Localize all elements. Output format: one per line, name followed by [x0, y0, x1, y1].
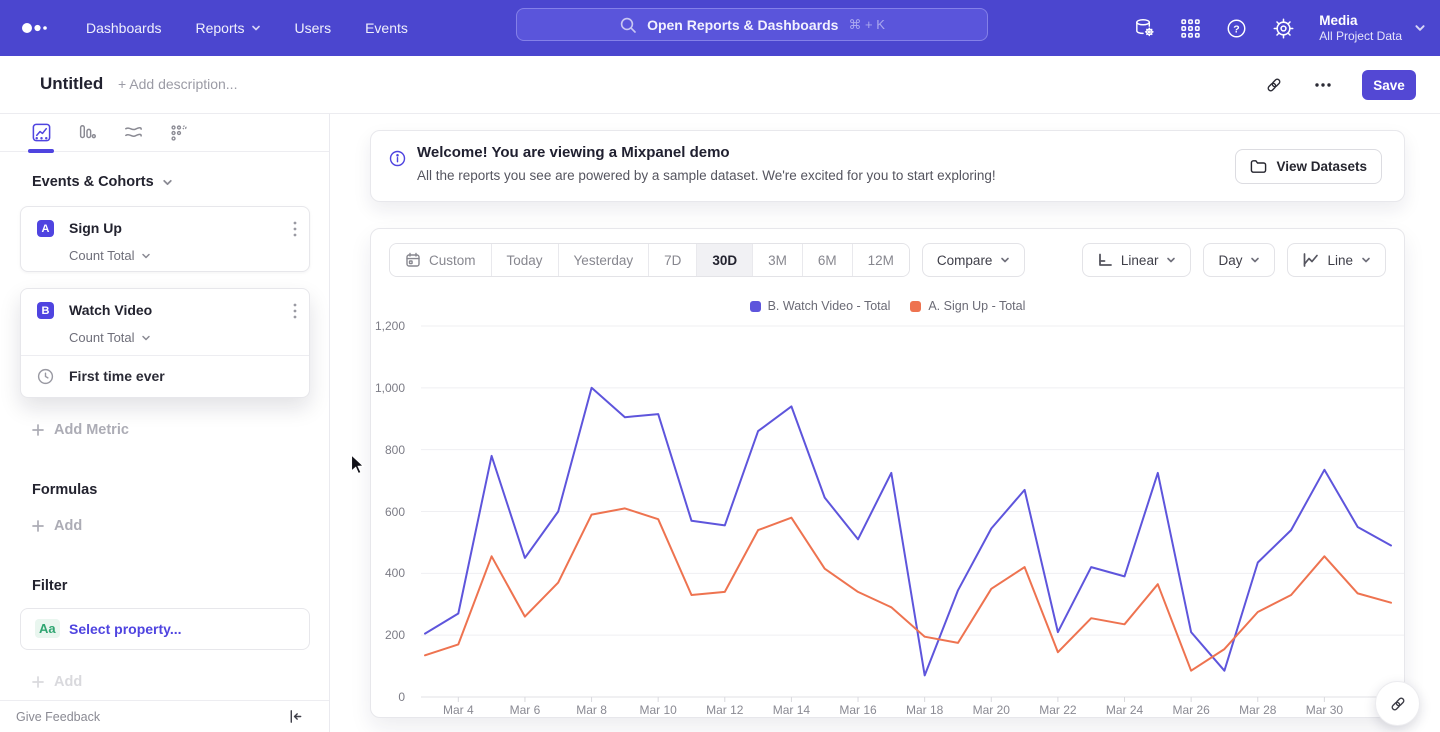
banner-subtitle: All the reports you see are powered by a… [417, 168, 996, 183]
metric-name: Watch Video [69, 302, 152, 318]
x-tick-label: Mar 24 [1106, 703, 1143, 717]
metric-name: Sign Up [69, 220, 122, 236]
report-header: Untitled + Add description... Save [0, 56, 1440, 114]
query-sidebar: Events & Cohorts A Sign Up Count Total B… [0, 114, 330, 732]
tab-retention[interactable] [156, 114, 202, 152]
welcome-banner: Welcome! You are viewing a Mixpanel demo… [370, 130, 1405, 202]
chevron-down-icon [251, 23, 261, 33]
project-name: Media [1319, 12, 1402, 29]
nav-item-label: Reports [196, 20, 245, 36]
plus-icon [32, 676, 44, 688]
x-tick-label: Mar 16 [839, 703, 876, 717]
nav-item-label: Events [365, 20, 408, 36]
sidebar-footer: Give Feedback [0, 700, 329, 732]
x-tick-label: Mar 14 [773, 703, 810, 717]
nav-item-dashboards[interactable]: Dashboards [86, 20, 162, 36]
settings-gear-icon[interactable] [1272, 17, 1295, 40]
view-datasets-button[interactable]: View Datasets [1235, 149, 1382, 184]
svg-text:?: ? [1234, 23, 1240, 35]
metric-badge: A [37, 220, 54, 237]
search-icon [619, 16, 637, 34]
x-tick-label: Mar 6 [510, 703, 541, 717]
mixpanel-app: Dashboards Reports Users Events Open Report… [0, 0, 1440, 732]
tab-funnels[interactable] [64, 114, 110, 152]
banner-title: Welcome! You are viewing a Mixpanel demo [417, 144, 730, 161]
nav-item-label: Dashboards [86, 20, 162, 36]
plus-icon [32, 520, 44, 532]
formulas-heading: Formulas [32, 482, 97, 498]
collapse-sidebar-icon[interactable] [288, 709, 303, 729]
x-tick-label: Mar 18 [906, 703, 943, 717]
aggregation-dropdown[interactable]: Count Total [69, 330, 151, 345]
add-description-field[interactable]: + Add description... [118, 76, 237, 92]
report-type-tabs [0, 114, 329, 152]
project-switcher[interactable]: Media All Project Data [1319, 12, 1426, 44]
nav-right: ? Media All Project Data [1133, 0, 1426, 56]
text-property-icon: Aa [35, 619, 60, 638]
x-tick-label: Mar 26 [1172, 703, 1209, 717]
x-tick-label: Mar 10 [639, 703, 676, 717]
folder-icon [1250, 159, 1267, 174]
nav-item-users[interactable]: Users [295, 20, 332, 36]
first-time-ever-option[interactable]: First time ever [21, 356, 309, 398]
plus-icon [32, 424, 44, 436]
metric-card-a[interactable]: A Sign Up Count Total [20, 206, 310, 272]
x-tick-label: Mar 20 [973, 703, 1010, 717]
top-nav: Dashboards Reports Users Events Open Report… [0, 0, 1440, 56]
filter-select-property[interactable]: Aa Select property... [20, 608, 310, 650]
filter-placeholder: Select property... [69, 621, 182, 637]
chevron-down-icon [141, 251, 151, 261]
chevron-down-icon [141, 333, 151, 343]
share-link-fab[interactable] [1375, 681, 1420, 726]
mixpanel-logo-icon[interactable] [20, 18, 54, 38]
help-icon[interactable]: ? [1225, 17, 1248, 40]
give-feedback-link[interactable]: Give Feedback [16, 710, 100, 724]
chevron-down-icon [1414, 22, 1426, 34]
x-tick-label: Mar 4 [443, 703, 474, 717]
main-content: Welcome! You are viewing a Mixpanel demo… [330, 114, 1440, 732]
tab-insights[interactable] [18, 114, 64, 152]
aggregation-dropdown[interactable]: Count Total [69, 248, 151, 263]
report-title[interactable]: Untitled [40, 74, 103, 94]
chevron-down-icon [162, 177, 173, 188]
save-button[interactable]: Save [1362, 70, 1416, 100]
x-tick-label: Mar 28 [1239, 703, 1276, 717]
x-tick-label: Mar 8 [576, 703, 607, 717]
nav-item-label: Users [295, 20, 332, 36]
info-icon [389, 150, 406, 172]
project-subtitle: All Project Data [1319, 29, 1402, 44]
search-input[interactable]: Open Reports & Dashboards ⌘ + K [516, 8, 988, 41]
filter-heading: Filter [32, 578, 67, 594]
search-shortcut: ⌘ + K [848, 17, 885, 33]
x-tick-label: Mar 22 [1039, 703, 1076, 717]
events-cohorts-section[interactable]: Events & Cohorts [32, 174, 173, 190]
apps-grid-icon[interactable] [1180, 18, 1201, 39]
nav-item-events[interactable]: Events [365, 20, 408, 36]
metric-menu-icon[interactable] [293, 221, 297, 242]
nav-item-reports[interactable]: Reports [196, 20, 261, 36]
data-management-icon[interactable] [1133, 17, 1156, 40]
add-formula-button[interactable]: Add [32, 518, 82, 534]
add-metric-button[interactable]: Add Metric [32, 422, 129, 438]
more-options-icon[interactable] [1314, 82, 1332, 88]
clock-icon [37, 368, 54, 390]
nav-items: Dashboards Reports Users Events [86, 20, 408, 36]
x-tick-label: Mar 12 [706, 703, 743, 717]
add-filter-button[interactable]: Add [32, 674, 82, 690]
metric-card-b[interactable]: B Watch Video Count Total First time eve… [20, 288, 310, 398]
x-tick-label: Mar 30 [1306, 703, 1343, 717]
metric-badge: B [37, 302, 54, 319]
metric-menu-icon[interactable] [293, 303, 297, 324]
header-actions: Save [1264, 56, 1416, 114]
x-axis-labels: Mar 4 Mar 6 Mar 8 Mar 10 Mar 12 Mar 14 Mar 16 M… [371, 229, 1404, 717]
chart-card: CustomTodayYesterday7D30D3M6M12M Compare… [370, 228, 1405, 718]
tab-flows[interactable] [110, 114, 156, 152]
copy-link-icon[interactable] [1264, 75, 1284, 95]
search-placeholder: Open Reports & Dashboards [647, 17, 838, 33]
link-icon [1388, 694, 1408, 714]
